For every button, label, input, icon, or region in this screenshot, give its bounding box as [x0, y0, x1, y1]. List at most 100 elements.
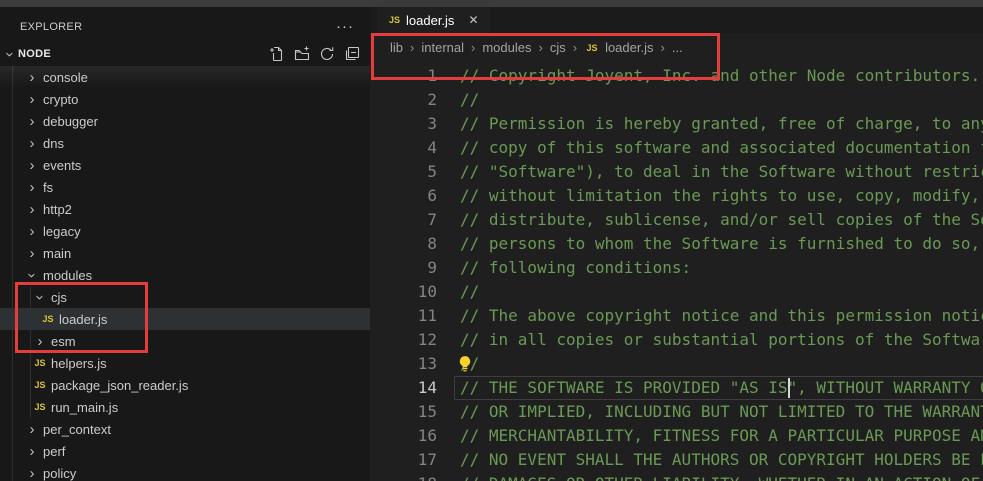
- tree-item-legacy[interactable]: ›legacy: [0, 220, 370, 242]
- tree-item-events[interactable]: ›events: [0, 154, 370, 176]
- close-tab-icon[interactable]: ✕: [468, 13, 478, 27]
- line-number: 12: [370, 328, 437, 352]
- editor-group: JS loader.js ✕ lib›internal›modules›cjs›…: [370, 7, 983, 481]
- code-text: // copy of this software and associated …: [460, 136, 983, 160]
- text-cursor: [788, 378, 790, 398]
- line-number: 11: [370, 304, 437, 328]
- tree-item-label: cjs: [51, 290, 67, 305]
- tree-item-label: crypto: [43, 92, 78, 107]
- title-bar: [0, 0, 983, 7]
- tree-item-per-context[interactable]: ›per_context: [0, 418, 370, 440]
- code-line-8: 8// persons to whom the Software is furn…: [370, 232, 983, 256]
- chevron-right-icon: ›: [32, 334, 48, 349]
- chevron-right-icon: ›: [24, 136, 40, 151]
- code-line-10: 10//: [370, 280, 983, 304]
- tree-item-label: run_main.js: [51, 400, 118, 415]
- tree-item-console[interactable]: ›console: [0, 66, 370, 88]
- section-actions: [269, 46, 370, 62]
- tree-item-label: http2: [43, 202, 72, 217]
- code-line-18: 18 // DAMAGES OR OTHER LIABILITY, WHETHER…: [370, 472, 983, 481]
- tree-item-perf[interactable]: ›perf: [0, 440, 370, 462]
- collapse-all-icon[interactable]: [344, 46, 360, 62]
- new-file-icon[interactable]: [269, 46, 285, 62]
- tree-item-label: package_json_reader.js: [51, 378, 188, 393]
- tree-item-label: main: [43, 246, 71, 261]
- code-line-7: 7// distribute, sublicense, and/or sell …: [370, 208, 983, 232]
- code-editor[interactable]: 1// Copyright Joyent, Inc. and other Nod…: [370, 62, 983, 481]
- tree-item-fs[interactable]: ›fs: [0, 176, 370, 198]
- line-number: 13: [370, 352, 437, 376]
- code-text: // Permission is hereby granted, free of…: [460, 112, 983, 136]
- code-text: // Copyright Joyent, Inc. and other Node…: [460, 64, 980, 88]
- tree-item-esm[interactable]: ›esm: [0, 330, 370, 352]
- code-line-6: 6 // without limitation the rights to use…: [370, 184, 983, 208]
- breadcrumb-separator: ›: [471, 40, 475, 55]
- explorer-section-node[interactable]: › NODE: [0, 42, 370, 66]
- vscode-window: EXPLORER ··· › NODE: [0, 0, 983, 481]
- tree-item-main[interactable]: ›main: [0, 242, 370, 264]
- breadcrumb-item--[interactable]: ...: [672, 40, 683, 55]
- code-text: // in all copies or substantial portions…: [460, 328, 983, 352]
- tree-item-label: helpers.js: [51, 356, 107, 371]
- breadcrumb-item-modules[interactable]: modules: [482, 40, 531, 55]
- tree-item-debugger[interactable]: ›debugger: [0, 110, 370, 132]
- code-text: // without limitation the rights to use,…: [460, 184, 983, 208]
- chevron-down-icon: ›: [3, 46, 18, 62]
- code-line-5: 5 // "Software"), to deal in the Software…: [370, 160, 983, 184]
- chevron-right-icon: ›: [24, 224, 40, 239]
- tree-item-policy[interactable]: ›policy: [0, 462, 370, 481]
- code-line-14: 14// THE SOFTWARE IS PROVIDED "AS IS", W…: [370, 376, 983, 400]
- file-tree: ›console›crypto›debugger›dns›events›fs›h…: [0, 66, 370, 481]
- breadcrumb-item-lib[interactable]: lib: [390, 40, 403, 55]
- code-text: // distribute, sublicense, and/or sell c…: [460, 208, 983, 232]
- line-number: 18: [370, 472, 437, 481]
- tree-item-dns[interactable]: ›dns: [0, 132, 370, 154]
- tab-loader-js[interactable]: JS loader.js ✕: [377, 7, 490, 33]
- tree-item-label: policy: [43, 466, 76, 481]
- tree-item-label: esm: [51, 334, 76, 349]
- code-line-16: 16// MERCHANTABILITY, FITNESS FOR A PART…: [370, 424, 983, 448]
- line-number: 5: [370, 160, 437, 184]
- code-text: //: [460, 88, 479, 112]
- code-text: // The above copyright notice and this p…: [460, 304, 983, 328]
- chevron-right-icon: ›: [24, 70, 40, 85]
- lightbulb-icon[interactable]: [456, 355, 474, 373]
- breadcrumb-item-internal[interactable]: internal: [421, 40, 464, 55]
- tree-item-label: perf: [43, 444, 65, 459]
- explorer-header: EXPLORER ···: [0, 14, 370, 40]
- code-line-3: 3// Permission is hereby granted, free o…: [370, 112, 983, 136]
- tree-item-package-json-reader-js[interactable]: JSpackage_json_reader.js: [0, 374, 370, 396]
- tree-item-run-main-js[interactable]: JSrun_main.js: [0, 396, 370, 418]
- tree-item-label: debugger: [43, 114, 98, 129]
- code-line-17: 17// NO EVENT SHALL THE AUTHORS OR COPYR…: [370, 448, 983, 472]
- tree-item-label: modules: [43, 268, 92, 283]
- code-text: // "Software"), to deal in the Software …: [460, 160, 983, 184]
- js-file-icon: JS: [40, 314, 56, 324]
- tree-item-loader-js[interactable]: JSloader.js: [0, 308, 370, 330]
- tree-item-helpers-js[interactable]: JShelpers.js: [0, 352, 370, 374]
- breadcrumb-item-loader-js[interactable]: loader.js: [605, 40, 653, 55]
- chevron-down-icon: ›: [33, 289, 48, 305]
- tab-bar: JS loader.js ✕: [370, 7, 983, 33]
- new-folder-icon[interactable]: [294, 46, 310, 62]
- tree-item-http2[interactable]: ›http2: [0, 198, 370, 220]
- refresh-icon[interactable]: [319, 46, 335, 62]
- code-line-1: 1// Copyright Joyent, Inc. and other Nod…: [370, 64, 983, 88]
- tree-item-label: per_context: [43, 422, 111, 437]
- code-line-2: 2//: [370, 88, 983, 112]
- explorer-title: EXPLORER: [20, 21, 82, 33]
- chevron-right-icon: ›: [24, 466, 40, 481]
- js-file-icon: JS: [32, 402, 48, 412]
- code-text: // DAMAGES OR OTHER LIABILITY, WHETHER I…: [460, 472, 983, 481]
- tree-item-cjs[interactable]: ›cjs: [0, 286, 370, 308]
- line-number: 4: [370, 136, 437, 160]
- line-number: 15: [370, 400, 437, 424]
- tree-item-modules[interactable]: ›modules: [0, 264, 370, 286]
- chevron-right-icon: ›: [24, 444, 40, 459]
- more-actions-icon[interactable]: ···: [336, 22, 354, 32]
- line-number: 6: [370, 184, 437, 208]
- tree-item-crypto[interactable]: ›crypto: [0, 88, 370, 110]
- breadcrumb-item-cjs[interactable]: cjs: [550, 40, 566, 55]
- code-text: // OR IMPLIED, INCLUDING BUT NOT LIMITED…: [460, 400, 983, 424]
- tree-item-label: loader.js: [59, 312, 107, 327]
